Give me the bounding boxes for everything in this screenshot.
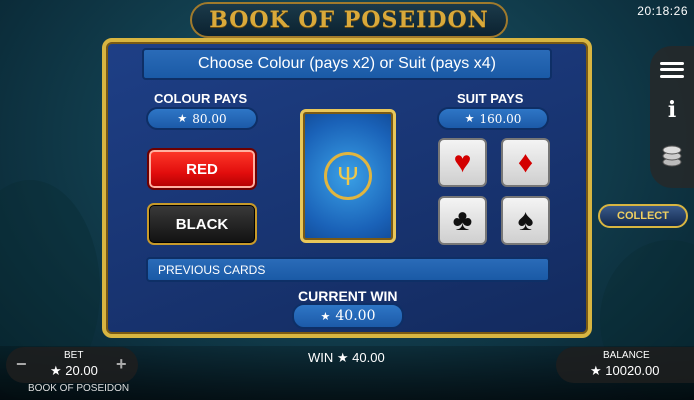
menu-icon[interactable] [660,61,684,78]
current-win-amount: 40.00 [335,308,376,324]
spades-icon: ♠ [517,203,534,237]
colour-pays-value: ★ 80.00 [146,107,258,130]
trident-glyph: Ψ [337,160,359,191]
bet-amount: 20.00 [65,363,98,378]
bet-increase-button[interactable]: + [116,354,127,375]
balance-amount: 10020.00 [605,363,660,378]
bet-value: ★ 20.00 [50,363,98,379]
diamonds-icon: ♦ [517,145,534,179]
spades-button[interactable]: ♠ [501,196,550,245]
diamonds-button[interactable]: ♦ [501,138,550,187]
hearts-icon: ♥ [453,145,472,179]
bet-decrease-button[interactable]: − [16,354,27,375]
clubs-button[interactable]: ♣ [438,196,487,245]
red-button[interactable]: RED [147,148,257,190]
current-win-value: ★ 40.00 [292,303,404,329]
clock: 20:18:26 [637,4,688,18]
clubs-icon: ♣ [452,203,473,237]
side-menu: i [650,46,694,188]
coins-icon[interactable] [661,142,683,173]
black-button[interactable]: BLACK [147,203,257,245]
bet-label: BET [64,350,84,361]
colour-pays-amount: 80.00 [192,111,227,126]
game-name: BOOK OF POSEIDON [28,383,130,394]
suit-pays-label: SUIT PAYS [457,91,524,106]
collect-button[interactable]: COLLECT [598,204,688,228]
info-icon[interactable]: i [668,97,676,123]
gamble-title: Choose Colour (pays x2) or Suit (pays x4… [142,48,552,80]
hearts-button[interactable]: ♥ [438,138,487,187]
balance-value: ★ 10020.00 [590,363,660,379]
previous-cards-bar: PREVIOUS CARDS [146,257,550,282]
balance-label: BALANCE [603,350,650,361]
face-down-card: Ψ [300,109,396,243]
suit-pays-amount: 160.00 [479,111,522,126]
current-win-label: CURRENT WIN [298,288,398,304]
star-icon: ★ [464,112,475,125]
suit-pays-value: ★ 160.00 [437,107,549,130]
game-logo-text: BOOK OF POSEIDON [209,7,489,33]
star-icon: ★ [590,363,602,378]
trident-icon: Ψ [324,152,372,200]
game-logo: BOOK OF POSEIDON [190,2,508,38]
star-icon: ★ [320,309,331,323]
star-icon: ★ [177,112,188,125]
colour-pays-label: COLOUR PAYS [154,91,248,106]
star-icon: ★ [50,363,62,378]
win-display: WIN ★ 40.00 [308,350,385,365]
